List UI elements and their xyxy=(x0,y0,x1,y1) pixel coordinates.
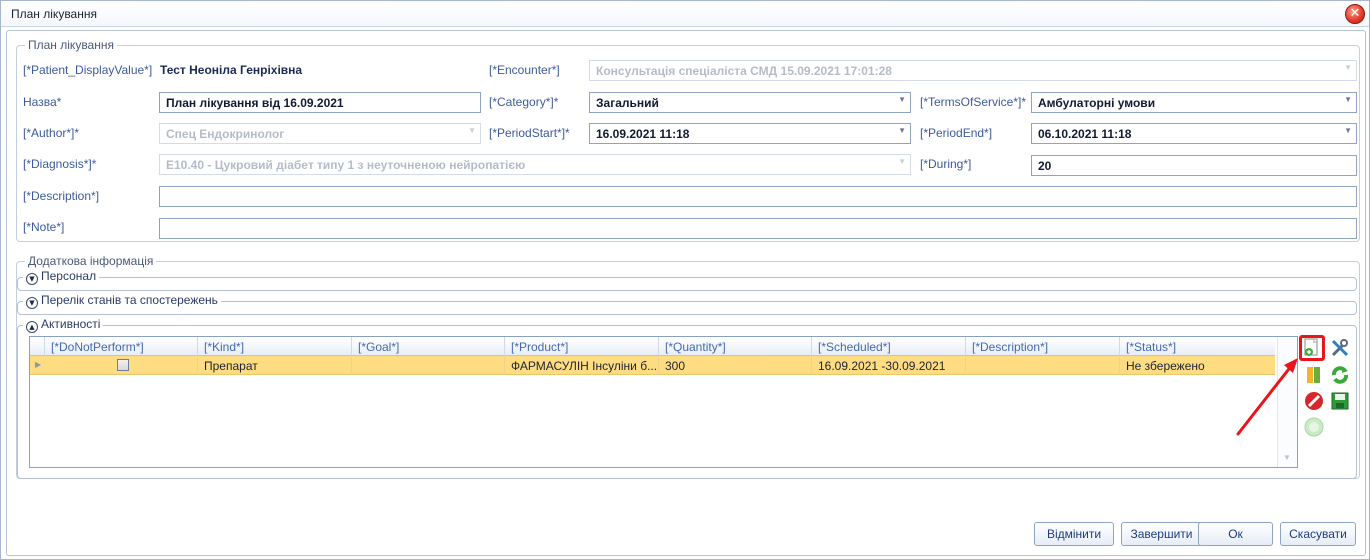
chevron-down-icon: ▼ xyxy=(898,95,906,104)
cancel-button[interactable]: Скасувати xyxy=(1280,522,1356,546)
finish-button[interactable]: Завершити xyxy=(1121,522,1202,546)
category-value: Загальний xyxy=(596,96,659,110)
do-not-perform-checkbox[interactable] xyxy=(117,359,129,371)
cell-product: ФАРМАСУЛІН Інсуліни б... xyxy=(504,356,658,375)
settings-icon[interactable] xyxy=(1329,337,1351,359)
conditions-title: Перелік станів та спостережень xyxy=(41,293,218,307)
cell-description xyxy=(965,356,1119,375)
cell-quantity: 300 xyxy=(658,356,811,375)
diagnosis-select[interactable]: E10.40 - Цукровий діабет типу 1 з неуточ… xyxy=(159,154,911,175)
period-start-label: [*PeriodStart*]* xyxy=(489,126,570,140)
terms-value: Амбулаторні умови xyxy=(1038,96,1156,110)
chevron-down-icon: ▼ xyxy=(468,126,476,135)
column-header-kind[interactable]: [*Kind*] xyxy=(197,337,351,356)
description-input[interactable] xyxy=(159,186,1357,207)
chevron-down-icon: ▼ xyxy=(1344,95,1352,104)
window-title: План лікування xyxy=(11,7,97,21)
name-label: Назва* xyxy=(23,95,62,109)
note-label: [*Note*] xyxy=(23,220,65,234)
during-label: [*During*] xyxy=(920,157,972,171)
period-end-picker[interactable]: 06.10.2021 11:18 ▼ xyxy=(1031,123,1357,144)
chevron-down-icon: ▼ xyxy=(26,273,38,285)
period-start-value: 16.09.2021 11:18 xyxy=(596,127,690,141)
patient-label: [*Patient_DisplayValue*] xyxy=(23,63,153,77)
author-value: Спец Ендокринолог xyxy=(166,127,285,141)
additional-info-legend: Додаткова інформація xyxy=(25,254,157,268)
chevron-down-icon: ▼ xyxy=(898,157,906,166)
column-header-scheduled[interactable]: [*Scheduled*] xyxy=(811,337,965,356)
activities-title: Активності xyxy=(41,317,101,331)
column-header-description[interactable]: [*Description*] xyxy=(965,337,1119,356)
row-indicator-icon: ▶ xyxy=(35,360,42,369)
category-label: [*Category*]* xyxy=(489,95,559,109)
patient-value: Тест Неоніла Генріхівна xyxy=(160,63,303,77)
diagnosis-label: [*Diagnosis*]* xyxy=(23,157,97,171)
chevron-down-icon: ▼ xyxy=(1344,63,1352,72)
table-row[interactable]: ▶ Препарат ФАРМАСУЛІН Інсуліни б... 300 … xyxy=(30,356,1275,375)
name-input[interactable]: План лікування від 16.09.2021 xyxy=(159,92,481,113)
cell-kind: Препарат xyxy=(197,356,351,375)
chevron-up-icon: ▲ xyxy=(26,321,38,333)
period-start-picker[interactable]: 16.09.2021 11:18 ▼ xyxy=(589,123,911,144)
chevron-down-icon: ▼ xyxy=(898,126,906,135)
plan-group-legend: План лікування xyxy=(25,38,117,52)
encounter-label: [*Encounter*] xyxy=(489,63,560,77)
encounter-select[interactable]: Консультація спеціаліста СМД 15.09.2021 … xyxy=(589,60,1357,81)
column-header-goal[interactable]: [*Goal*] xyxy=(351,337,504,356)
cell-scheduled: 16.09.2021 -30.09.2021 xyxy=(811,356,965,375)
terms-select[interactable]: Амбулаторні умови ▼ xyxy=(1031,92,1357,113)
undo-button[interactable]: Відмінити xyxy=(1034,522,1114,546)
during-input[interactable]: 20 xyxy=(1031,155,1357,176)
personnel-title: Персонал xyxy=(41,269,97,283)
note-input[interactable] xyxy=(159,218,1357,239)
dialog-content: План лікування [*Patient_DisplayValue*] … xyxy=(6,30,1366,556)
grid-header-row: [*DoNotPerform*] [*Kind*] [*Goal*] [*Pro… xyxy=(30,337,1275,356)
column-header-product[interactable]: [*Product*] xyxy=(504,337,658,356)
ok-button[interactable]: Ок xyxy=(1198,522,1273,546)
author-label: [*Author*]* xyxy=(23,126,80,140)
personnel-header[interactable]: ▼ Персонал xyxy=(23,269,100,285)
chevron-down-icon: ▼ xyxy=(26,297,38,309)
name-value: План лікування від 16.09.2021 xyxy=(166,96,344,110)
period-end-value: 06.10.2021 11:18 xyxy=(1038,127,1132,141)
close-icon[interactable]: ✕ xyxy=(1345,4,1365,24)
chevron-down-icon: ▼ xyxy=(1344,126,1352,135)
diagnosis-value: E10.40 - Цукровий діабет типу 1 з неуточ… xyxy=(166,158,526,172)
dialog-window: План лікування ✕ План лікування [*Patien… xyxy=(0,0,1370,560)
activities-header[interactable]: ▲ Активності xyxy=(23,317,104,333)
period-end-label: [*PeriodEnd*] xyxy=(920,126,993,140)
title-bar: План лікування ✕ xyxy=(1,1,1369,27)
column-header-quantity[interactable]: [*Quantity*] xyxy=(658,337,811,356)
category-select[interactable]: Загальний ▼ xyxy=(589,92,911,113)
scroll-down-icon[interactable]: ▼ xyxy=(1283,453,1291,462)
during-value: 20 xyxy=(1038,159,1052,173)
refresh-icon[interactable] xyxy=(1329,364,1351,386)
author-select[interactable]: Спец Ендокринолог ▼ xyxy=(159,123,481,144)
conditions-header[interactable]: ▼ Перелік станів та спостережень xyxy=(23,293,221,309)
description-label: [*Description*] xyxy=(23,189,100,203)
conditions-panel: ▼ Перелік станів та спостережень xyxy=(17,293,1357,315)
cell-goal xyxy=(351,356,504,375)
save-icon[interactable] xyxy=(1329,390,1351,412)
terms-label: [*TermsOfService*]* xyxy=(920,95,1027,109)
encounter-value: Консультація спеціаліста СМД 15.09.2021 … xyxy=(596,64,892,78)
personnel-panel: ▼ Персонал xyxy=(17,269,1357,291)
activities-grid: [*DoNotPerform*] [*Kind*] [*Goal*] [*Pro… xyxy=(29,336,1298,468)
annotation-arrow xyxy=(1236,358,1298,436)
column-header-donotperform[interactable]: [*DoNotPerform*] xyxy=(44,337,197,356)
